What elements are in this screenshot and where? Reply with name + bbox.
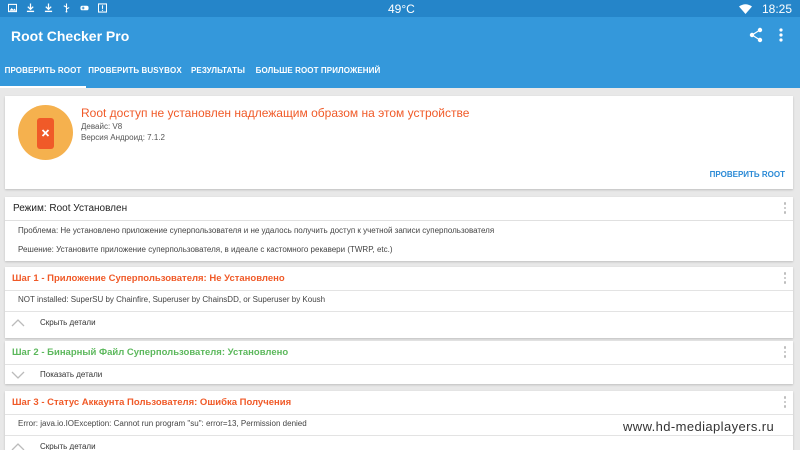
divider: [5, 290, 793, 291]
more-vert-icon[interactable]: [783, 396, 787, 410]
problem-text: Проблема: Не установлено приложение супе…: [18, 226, 495, 235]
status-right: 18:25: [738, 2, 792, 16]
image-icon: [8, 3, 17, 13]
show-details-button[interactable]: Показать детали: [5, 364, 793, 386]
step-2-card: Шаг 2 - Бинарный Файл Суперпользователя:…: [5, 341, 793, 384]
device-text: Девайс: V8: [81, 122, 123, 131]
mode-title: Режим: Root Установлен: [13, 203, 128, 214]
toggle-label: Скрыть детали: [40, 442, 96, 450]
chevron-up-icon: [11, 443, 25, 450]
step-1-title: Шаг 1 - Приложение Суперпользователя: Не…: [12, 273, 285, 284]
check-root-button[interactable]: ПРОВЕРИТЬ ROOT: [710, 170, 785, 179]
toggle-label: Скрыть детали: [40, 318, 96, 327]
tab-bar: ПРОВЕРИТЬ ROOT ПРОВЕРИТЬ BUSYBOX РЕЗУЛЬТ…: [0, 54, 800, 88]
android-version-text: Версия Андроид: 7.1.2: [81, 133, 165, 142]
root-status-card: Root доступ не установлен надлежащим обр…: [5, 96, 793, 189]
root-status-badge: [18, 105, 73, 160]
solution-text: Решение: Установите приложение суперполь…: [18, 245, 393, 254]
warning-icon: [98, 3, 107, 13]
gamepad-icon: [80, 5, 89, 11]
divider: [5, 220, 793, 221]
tab-check-busybox[interactable]: ПРОВЕРИТЬ BUSYBOX: [86, 54, 184, 88]
tab-more-root-apps[interactable]: БОЛЬШЕ ROOT ПРИЛОЖЕНИЙ: [252, 54, 384, 88]
temperature-text: 49°C: [388, 2, 415, 16]
hide-details-button[interactable]: Скрыть детали: [5, 436, 793, 450]
tab-check-root[interactable]: ПРОВЕРИТЬ ROOT: [0, 54, 86, 88]
step-2-title: Шаг 2 - Бинарный Файл Суперпользователя:…: [12, 347, 289, 358]
more-vert-icon[interactable]: [783, 346, 787, 360]
usb-icon: [63, 3, 70, 13]
step-3-title: Шаг 3 - Статус Аккаунта Пользователя: Ош…: [12, 397, 292, 408]
chevron-down-icon: [11, 371, 25, 379]
tab-results[interactable]: РЕЗУЛЬТАТЫ: [184, 54, 252, 88]
step-3-details: Error: java.io.IOException: Cannot run p…: [18, 419, 307, 428]
notification-icons: [8, 3, 107, 13]
chevron-up-icon: [11, 319, 25, 327]
app-title: Root Checker Pro: [11, 28, 130, 44]
more-vert-icon[interactable]: [783, 272, 787, 286]
share-icon[interactable]: [748, 27, 764, 43]
download-icon: [26, 3, 35, 13]
divider: [5, 414, 793, 415]
mode-card: Режим: Root Установлен Проблема: Не уста…: [5, 197, 793, 261]
more-vert-icon[interactable]: [783, 202, 787, 216]
wifi-icon: [738, 4, 752, 14]
root-status-title: Root доступ не установлен надлежащим обр…: [81, 106, 470, 120]
app-bar: Root Checker Pro: [0, 17, 800, 54]
toggle-label: Показать детали: [40, 370, 103, 379]
hide-details-button[interactable]: Скрыть детали: [5, 312, 793, 334]
step-1-card: Шаг 1 - Приложение Суперпользователя: Не…: [5, 267, 793, 338]
step-1-details: NOT installed: SuperSU by Chainfire, Sup…: [18, 295, 326, 304]
watermark: www.hd-mediaplayers.ru: [623, 419, 775, 434]
status-bar: 49°C 18:25: [0, 0, 800, 17]
download-icon: [44, 3, 53, 13]
more-vert-icon[interactable]: [777, 27, 785, 43]
phone-error-icon: [37, 118, 54, 149]
clock-text: 18:25: [761, 2, 792, 16]
